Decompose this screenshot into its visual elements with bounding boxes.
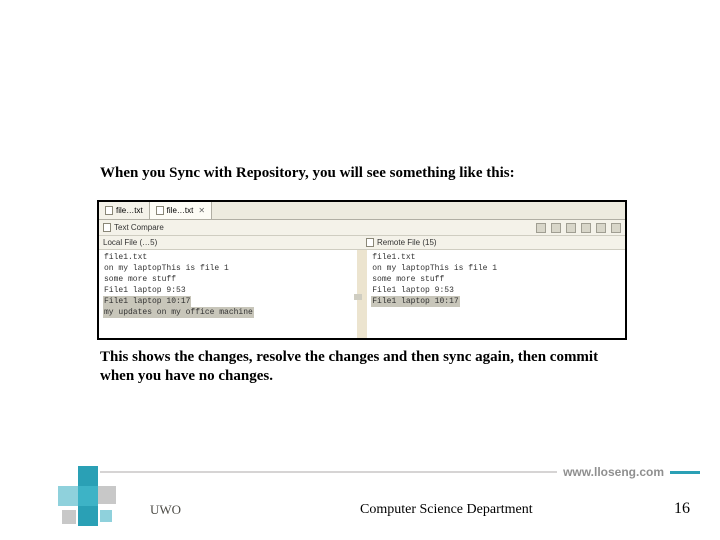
compare-screenshot: file…txt file…txt ✕ Text Compare — [97, 200, 627, 340]
toolbar-icon[interactable] — [596, 223, 606, 233]
rule-right — [670, 471, 700, 474]
diff-line: File1 laptop 10:17 — [103, 296, 191, 307]
slide-number: 16 — [674, 500, 690, 518]
file-icon — [105, 206, 113, 215]
slide-heading: When you Sync with Repository, you will … — [100, 165, 660, 182]
toolbar-icon[interactable] — [536, 223, 546, 233]
diff-line: some more stuff — [103, 274, 177, 285]
diff-line: some more stuff — [371, 274, 445, 285]
diff-gutter — [357, 250, 368, 338]
tab-label: file…txt — [167, 206, 194, 215]
footer-org: UWO — [150, 502, 181, 518]
diff-line: my updates on my office machine — [103, 307, 254, 318]
editor-tab[interactable]: file…txt — [99, 202, 150, 219]
pane-labels: Local File (…5) Remote File (15) — [99, 236, 625, 250]
compare-header: Text Compare — [99, 220, 625, 236]
toolbar-icon[interactable] — [551, 223, 561, 233]
compare-title: Text Compare — [114, 223, 164, 232]
diff-line: file1.txt — [371, 252, 416, 263]
compare-panes: file1.txt on my laptopThis is file 1 som… — [99, 250, 625, 338]
footer-dept: Computer Science Department — [360, 502, 533, 518]
diff-line: File1 laptop 9:53 — [371, 285, 455, 296]
toolbar-icon[interactable] — [566, 223, 576, 233]
right-label-text: Remote File (15) — [377, 238, 437, 247]
footer-url: www.lloseng.com — [563, 465, 664, 479]
left-pane: file1.txt on my laptopThis is file 1 som… — [99, 250, 357, 338]
tab-label: file…txt — [116, 206, 143, 215]
rule-left — [100, 471, 557, 473]
file-icon — [366, 238, 374, 247]
footer: www.lloseng.com UWO Computer Science Dep… — [0, 465, 720, 540]
right-pane-label: Remote File (15) — [362, 236, 625, 249]
compare-toolbar — [536, 223, 621, 233]
diff-line: File1 laptop 9:53 — [103, 285, 187, 296]
left-pane-label: Local File (…5) — [99, 236, 362, 249]
editor-tab[interactable]: file…txt ✕ — [150, 202, 212, 219]
file-icon — [156, 206, 164, 215]
diff-line: on my laptopThis is file 1 — [103, 263, 230, 274]
diff-line: on my laptopThis is file 1 — [371, 263, 498, 274]
toolbar-icon[interactable] — [581, 223, 591, 233]
slide-caption: This shows the changes, resolve the chan… — [100, 348, 600, 386]
right-pane: file1.txt on my laptopThis is file 1 som… — [367, 250, 625, 338]
left-label-text: Local File (…5) — [103, 238, 157, 247]
diff-line: File1 laptop 10:17 — [371, 296, 459, 307]
editor-tab-row: file…txt file…txt ✕ — [99, 202, 625, 220]
compare-icon — [103, 223, 111, 232]
toolbar-icon[interactable] — [611, 223, 621, 233]
footer-rule: www.lloseng.com — [0, 465, 720, 479]
close-icon[interactable]: ✕ — [198, 206, 205, 215]
diff-line: file1.txt — [103, 252, 148, 263]
slide: When you Sync with Repository, you will … — [0, 0, 720, 540]
